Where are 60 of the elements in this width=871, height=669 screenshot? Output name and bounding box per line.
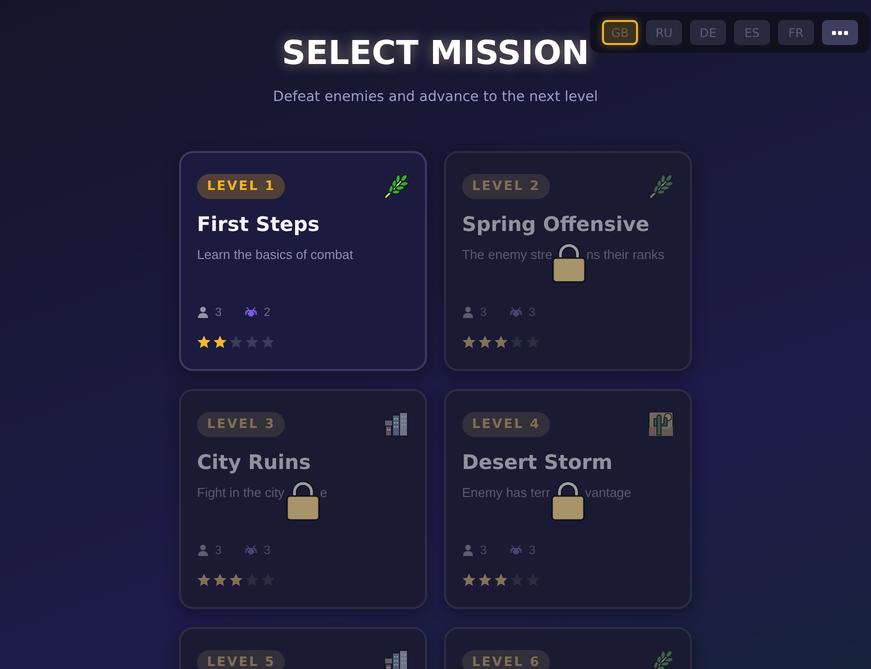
level-badge: LEVEL 3 bbox=[197, 412, 286, 436]
alien-icon bbox=[244, 306, 258, 318]
mission-description: Enemy has terr bbox=[462, 485, 551, 501]
level-badge: LEVEL 6 bbox=[462, 650, 550, 669]
language-button[interactable]: ES bbox=[734, 20, 770, 45]
mission-description: The enemy stre bbox=[462, 247, 552, 263]
leaf-icon bbox=[648, 173, 674, 199]
level-badge: LEVEL 5 bbox=[197, 650, 286, 669]
star-icon bbox=[261, 335, 275, 349]
mission-title: Desert Storm bbox=[462, 450, 614, 474]
padlock-icon bbox=[551, 481, 585, 521]
language-button[interactable]: DE bbox=[690, 20, 726, 45]
star-icon bbox=[478, 573, 492, 587]
page-subtitle: Defeat enemies and advance to the next level bbox=[273, 88, 598, 106]
star-icon bbox=[462, 573, 476, 587]
person-icon bbox=[197, 306, 209, 318]
star-icon bbox=[462, 335, 476, 349]
unit-count: 3 bbox=[215, 305, 222, 319]
star-icon bbox=[245, 335, 259, 349]
leaf-icon bbox=[383, 173, 409, 199]
buildings-icon bbox=[383, 411, 409, 437]
mission-description: ns their ranks bbox=[586, 247, 666, 263]
padlock-icon bbox=[286, 481, 320, 521]
star-icon bbox=[213, 573, 227, 587]
mission-description: e bbox=[320, 485, 328, 501]
language-button[interactable]: FR bbox=[778, 20, 814, 45]
page-title: SELECT MISSION bbox=[282, 33, 590, 73]
more-button[interactable] bbox=[822, 20, 858, 45]
person-icon bbox=[462, 544, 474, 556]
person-icon bbox=[462, 306, 474, 318]
mission-card[interactable]: LEVEL 6 bbox=[444, 627, 692, 669]
star-icon bbox=[229, 335, 243, 349]
mission-description: Fight in the city bbox=[197, 485, 286, 501]
mission-description: vantage bbox=[585, 485, 632, 501]
cactus-icon bbox=[648, 411, 674, 437]
star-icon bbox=[197, 573, 211, 587]
padlock-icon bbox=[552, 243, 586, 283]
star-icon bbox=[197, 335, 211, 349]
mission-title: City Ruins bbox=[197, 450, 312, 474]
level-badge: LEVEL 1 bbox=[197, 174, 286, 198]
enemy-count: 2 bbox=[264, 305, 270, 319]
mission-card[interactable]: LEVEL 1 First Steps Learn the basics of combat 3 2 bbox=[179, 151, 427, 371]
level-badge: LEVEL 4 bbox=[462, 412, 550, 436]
mission-description: Learn the basics of combat bbox=[197, 247, 354, 262]
person-icon bbox=[197, 544, 209, 556]
star-icon bbox=[494, 335, 508, 349]
star-icon bbox=[229, 573, 243, 587]
mission-title: Spring Offensive bbox=[462, 212, 650, 236]
buildings-icon bbox=[383, 649, 409, 669]
mission-title: First Steps bbox=[197, 212, 321, 236]
star-icon bbox=[478, 335, 492, 349]
more-icon bbox=[832, 30, 848, 34]
alien-icon bbox=[508, 306, 523, 318]
star-icon bbox=[494, 573, 508, 587]
alien-icon bbox=[244, 544, 258, 556]
mission-card[interactable]: LEVEL 5 bbox=[179, 627, 427, 669]
star-icon bbox=[213, 335, 227, 349]
alien-icon bbox=[508, 544, 523, 556]
level-badge: LEVEL 2 bbox=[462, 174, 550, 198]
language-button[interactable]: RU bbox=[646, 20, 682, 45]
